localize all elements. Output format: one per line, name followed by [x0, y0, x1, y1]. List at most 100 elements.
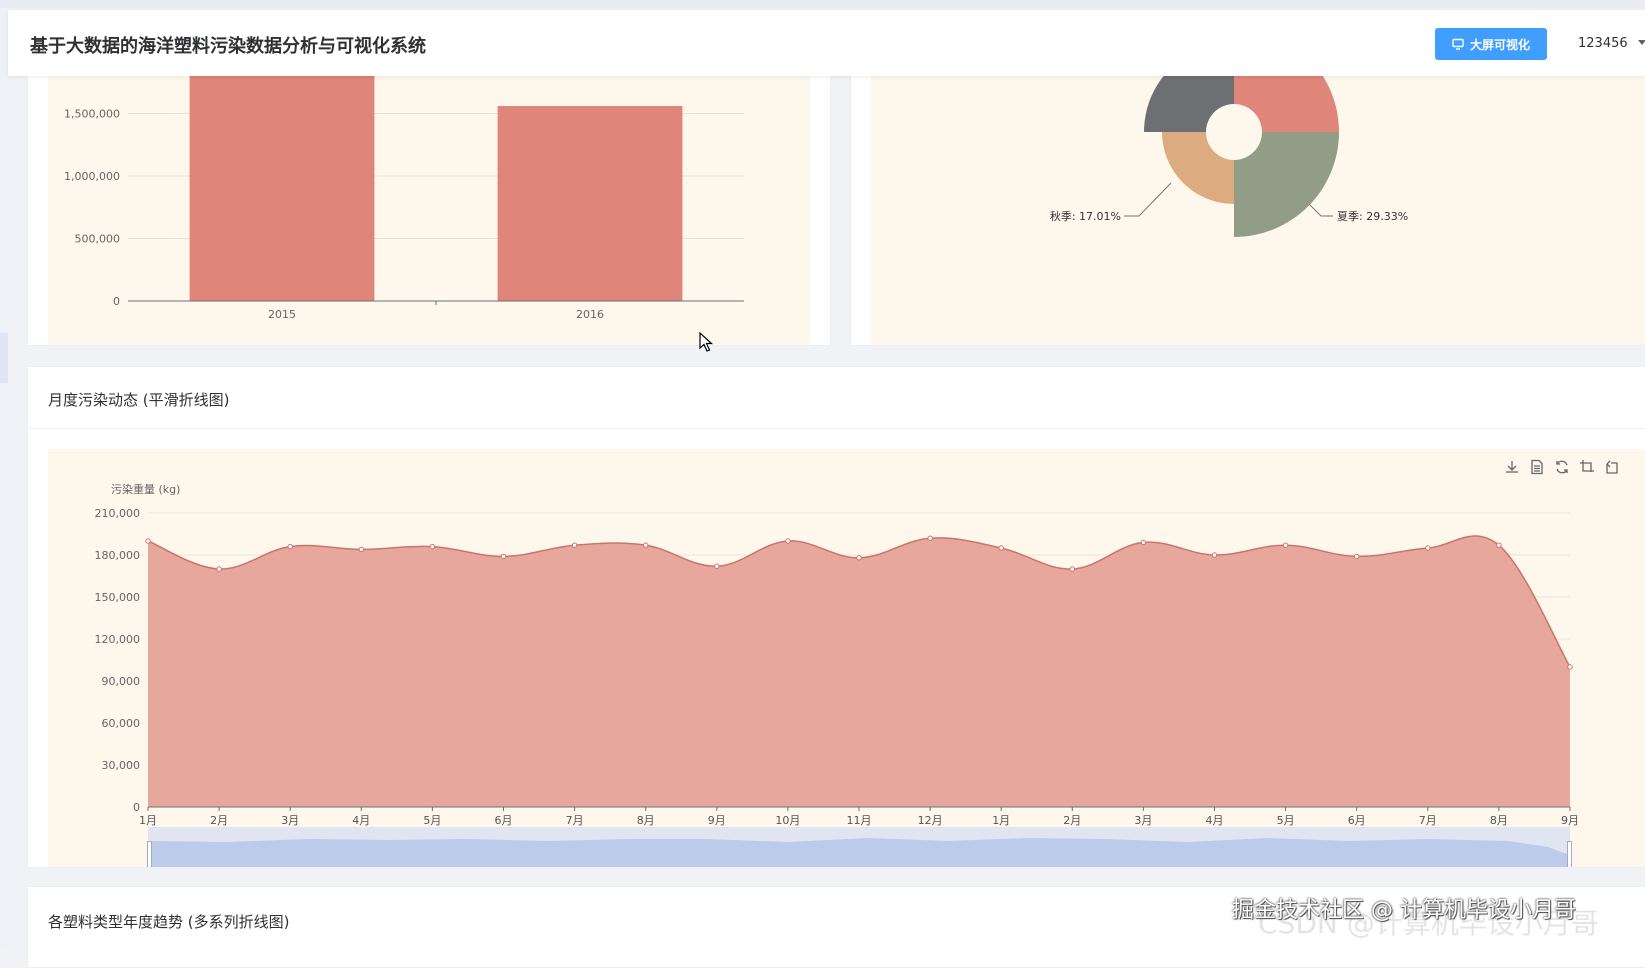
monitor-icon	[1452, 38, 1464, 50]
area-point-15	[1211, 552, 1218, 558]
area-ytick-label: 60,000	[102, 717, 141, 730]
juejin-watermark: 掘金技术社区 @ 计算机毕设小月哥	[1232, 898, 1576, 923]
download-icon[interactable]	[1504, 459, 1520, 475]
area-point-12	[998, 545, 1004, 551]
area-xtick-label: 2月	[1063, 814, 1081, 827]
area-point-19	[1496, 542, 1502, 548]
area-point-8	[714, 563, 720, 569]
bigscreen-button[interactable]: 大屏可视化	[1435, 28, 1547, 60]
bar-ytick-label: 1,500,000	[64, 108, 120, 121]
bar-chart: 0 500,000 1,000,000 1,500,000 2015 2016	[64, 61, 744, 321]
area-xtick-label: 1月	[992, 814, 1010, 827]
area-ytick-label: 180,000	[95, 549, 141, 562]
monthly-card-title: 月度污染动态 (平滑折线图)	[48, 391, 230, 409]
area-point-14	[1140, 539, 1147, 546]
area-xtick-label: 9月	[1561, 814, 1579, 827]
datazoom-preview	[148, 838, 1570, 867]
area-point-2	[287, 543, 293, 550]
area-ytick-label: 0	[133, 801, 140, 814]
area-xtick-label: 2月	[210, 814, 228, 827]
area-point-9	[785, 538, 791, 544]
pie-chart-area: 秋季: 17.01% 夏季: 29.33%	[871, 61, 1645, 345]
yearly-bar-card: 0 500,000 1,000,000 1,500,000 2015 2016	[27, 60, 831, 346]
area-xtick-label: 5月	[423, 814, 441, 827]
monthly-trend-card: 月度污染动态 (平滑折线图) 污染重量 (kg) 0 30,000 60,000 90,…	[27, 366, 1645, 868]
bar-2015	[189, 61, 375, 301]
card-divider	[28, 428, 1645, 429]
area-xtick-label: 7月	[566, 814, 584, 827]
area-chart-area: 污染重量 (kg) 0 30,000 60,000 90,000 120,000 150,0…	[48, 449, 1645, 867]
area-series-fill	[148, 535, 1570, 807]
pie-label-autumn: 秋季: 17.01%	[1050, 209, 1121, 223]
area-point-17	[1354, 553, 1360, 560]
area-point-13	[1069, 566, 1076, 572]
datazoom-handle-right[interactable]	[1567, 841, 1572, 867]
types-card-title: 各塑料类型年度趋势 (多系列折线图)	[48, 913, 290, 931]
area-ytick-label: 120,000	[95, 633, 141, 646]
chart-toolbox	[1504, 459, 1620, 475]
app-header: 基于大数据的海洋塑料污染数据分析与可视化系统 大屏可视化 123456	[8, 10, 1645, 76]
area-point-11	[927, 535, 933, 541]
page-title: 基于大数据的海洋塑料污染数据分析与可视化系统	[30, 36, 426, 57]
area-point-0	[145, 538, 151, 544]
area-ytick-label: 150,000	[95, 591, 141, 604]
area-xtick-label: 8月	[637, 814, 655, 827]
area-xtick-label: 10月	[775, 814, 800, 827]
pie-label-line-summer	[1308, 203, 1333, 217]
sidebar-rail	[0, 8, 8, 948]
bar-xtick-label: 2016	[576, 308, 604, 321]
datazoom-slider[interactable]	[147, 827, 1572, 867]
area-xtick-label: 9月	[708, 814, 726, 827]
area-xtick-label: 3月	[281, 814, 299, 827]
mouse-cursor-icon	[699, 332, 714, 352]
pie-chart: 秋季: 17.01% 夏季: 29.33%	[1050, 61, 1408, 237]
area-point-1	[216, 566, 222, 572]
zoom-reset-icon[interactable]	[1604, 459, 1620, 475]
area-ytick-label: 90,000	[102, 675, 141, 688]
area-xtick-label: 12月	[918, 814, 943, 827]
area-xtick-label: 8月	[1490, 814, 1508, 827]
bigscreen-button-label: 大屏可视化	[1469, 37, 1530, 52]
area-point-3	[358, 546, 364, 553]
chevron-down-icon[interactable]	[1638, 40, 1645, 45]
area-ytick-label: 210,000	[95, 507, 141, 520]
area-xtick-label: 3月	[1134, 814, 1152, 827]
pie-label-line-autumn	[1124, 182, 1172, 217]
season-pie-card: 秋季: 17.01% 夏季: 29.33%	[850, 60, 1645, 346]
area-point-16	[1282, 542, 1289, 548]
bar-ytick-label: 1,000,000	[64, 170, 120, 183]
bar-xtick-label: 2015	[268, 308, 296, 321]
area-xtick-label: 4月	[352, 814, 370, 827]
pie-slice-summer	[1234, 132, 1339, 237]
area-point-10	[856, 555, 862, 561]
pie-label-summer: 夏季: 29.33%	[1337, 210, 1408, 223]
area-xtick-label: 11月	[847, 814, 872, 827]
sidebar-active-item[interactable]	[0, 333, 8, 383]
area-point-20	[1567, 664, 1573, 670]
bar-chart-area: 0 500,000 1,000,000 1,500,000 2015 2016	[48, 61, 810, 345]
area-point-4	[429, 543, 436, 550]
area-chart: 污染重量 (kg) 0 30,000 60,000 90,000 120,000 150,0…	[95, 482, 1580, 827]
area-xtick-label: 4月	[1206, 814, 1224, 827]
user-menu[interactable]: 123456	[1578, 36, 1628, 51]
area-xtick-label: 7月	[1419, 814, 1437, 827]
bar-ytick-label: 500,000	[75, 233, 121, 246]
area-point-6	[571, 542, 578, 548]
area-point-7	[643, 542, 649, 548]
bar-ytick-label: 0	[113, 295, 120, 308]
zoom-icon[interactable]	[1579, 459, 1595, 475]
pie-slice-autumn	[1162, 132, 1234, 204]
area-point-18	[1425, 545, 1431, 551]
area-ytick-label: 30,000	[102, 759, 141, 772]
refresh-icon[interactable]	[1554, 459, 1570, 475]
area-y-axis-label: 污染重量 (kg)	[111, 482, 180, 496]
area-xtick-label: 6月	[495, 814, 513, 827]
bar-2016	[497, 106, 683, 301]
area-xtick-label: 5月	[1277, 814, 1295, 827]
area-point-5	[500, 553, 507, 560]
area-xtick-label: 6月	[1348, 814, 1366, 827]
area-xtick-label: 1月	[139, 814, 157, 827]
dataview-icon[interactable]	[1529, 459, 1545, 475]
datazoom-handle-left[interactable]	[147, 841, 152, 867]
browser-top-strip	[0, 0, 1645, 8]
